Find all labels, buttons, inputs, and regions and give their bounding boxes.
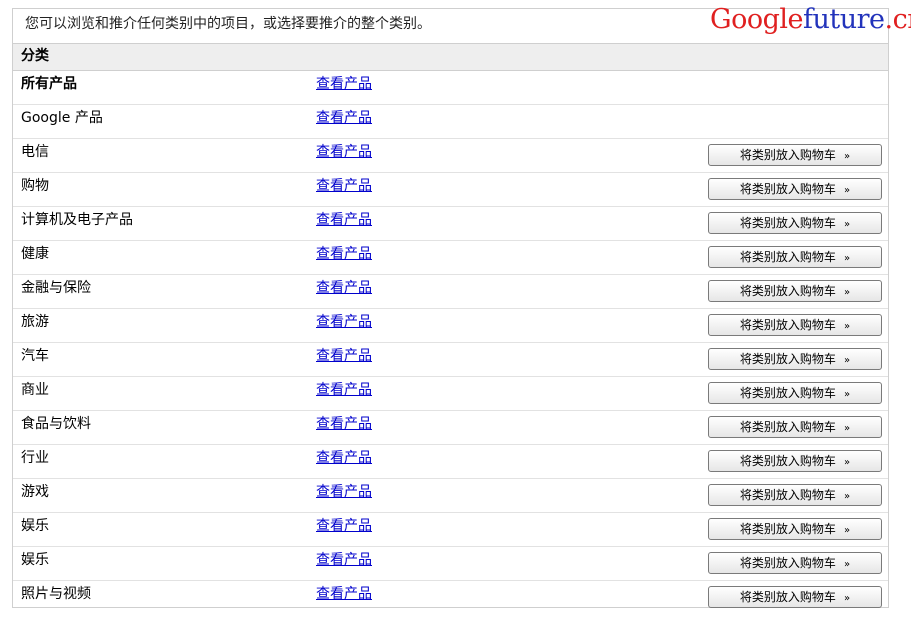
view-products-link[interactable]: 查看产品 xyxy=(316,142,372,162)
add-category-button-label: 将类别放入购物车 xyxy=(739,556,836,570)
table-row: 旅游 查看产品 将类别放入购物车 » xyxy=(13,309,888,343)
add-category-button-label: 将类别放入购物车 xyxy=(739,216,836,230)
add-category-to-cart-button[interactable]: 将类别放入购物车 » xyxy=(708,586,882,608)
category-name: 游戏 xyxy=(21,484,49,500)
category-name: 购物 xyxy=(21,178,49,194)
category-name: 旅游 xyxy=(21,314,49,330)
add-category-button-label: 将类别放入购物车 xyxy=(739,250,836,264)
chevron-right-icon: » xyxy=(843,321,851,332)
category-name: 食品与饮料 xyxy=(21,416,91,432)
table-row: 商业 查看产品 将类别放入购物车 » xyxy=(13,377,888,411)
view-products-link[interactable]: 查看产品 xyxy=(316,516,372,536)
view-products-link[interactable]: 查看产品 xyxy=(316,244,372,264)
view-products-link[interactable]: 查看产品 xyxy=(316,584,372,604)
chevron-right-icon: » xyxy=(843,491,851,502)
chevron-right-icon: » xyxy=(843,287,851,298)
chevron-right-icon: » xyxy=(843,559,851,570)
add-category-button-label: 将类别放入购物车 xyxy=(739,522,836,536)
add-category-to-cart-button[interactable]: 将类别放入购物车 » xyxy=(708,314,882,336)
category-name: 健康 xyxy=(21,246,49,262)
category-name: Google 产品 xyxy=(21,110,103,126)
chevron-right-icon: » xyxy=(843,457,851,468)
view-products-link[interactable]: 查看产品 xyxy=(316,448,372,468)
table-row: 汽车 查看产品 将类别放入购物车 » xyxy=(13,343,888,377)
chevron-right-icon: » xyxy=(843,355,851,366)
category-name: 行业 xyxy=(21,450,49,466)
category-name: 商业 xyxy=(21,382,49,398)
view-products-link[interactable]: 查看产品 xyxy=(316,482,372,502)
view-products-link[interactable]: 查看产品 xyxy=(316,74,372,94)
chevron-right-icon: » xyxy=(843,423,851,434)
add-category-button-label: 将类别放入购物车 xyxy=(739,182,836,196)
table-row: 所有产品 查看产品 xyxy=(13,71,888,105)
table-row: 照片与视频 查看产品 将类别放入购物车 » xyxy=(13,581,888,615)
chevron-right-icon: » xyxy=(843,219,851,230)
watermark-logo: Googlefuture.cn xyxy=(710,2,911,38)
add-category-button-label: 将类别放入购物车 xyxy=(739,420,836,434)
table-row: Google 产品 查看产品 xyxy=(13,105,888,139)
add-category-to-cart-button[interactable]: 将类别放入购物车 » xyxy=(708,348,882,370)
category-name: 所有产品 xyxy=(21,76,77,92)
table-row: 行业 查看产品 将类别放入购物车 » xyxy=(13,445,888,479)
chevron-right-icon: » xyxy=(843,389,851,400)
add-category-button-label: 将类别放入购物车 xyxy=(739,488,836,502)
table-row: 娱乐 查看产品 将类别放入购物车 » xyxy=(13,513,888,547)
category-column-header: 分类 xyxy=(13,44,888,71)
add-category-to-cart-button[interactable]: 将类别放入购物车 » xyxy=(708,484,882,506)
table-row: 食品与饮料 查看产品 将类别放入购物车 » xyxy=(13,411,888,445)
chevron-right-icon: » xyxy=(843,593,851,604)
add-category-button-label: 将类别放入购物车 xyxy=(739,318,836,332)
table-row: 健康 查看产品 将类别放入购物车 » xyxy=(13,241,888,275)
chevron-right-icon: » xyxy=(843,525,851,536)
add-category-button-label: 将类别放入购物车 xyxy=(739,386,836,400)
table-row: 金融与保险 查看产品 将类别放入购物车 » xyxy=(13,275,888,309)
view-products-link[interactable]: 查看产品 xyxy=(316,550,372,570)
category-list: 所有产品 查看产品 Google 产品 查看产品 电信 查看产品 将类别放入购物车» 购物 查看… xyxy=(13,71,888,615)
add-category-button-label: 将类别放入购物车 xyxy=(739,454,836,468)
view-products-link[interactable]: 查看产品 xyxy=(316,346,372,366)
add-category-to-cart-button[interactable]: 将类别放入购物车 » xyxy=(708,246,882,268)
view-products-link[interactable]: 查看产品 xyxy=(316,108,372,128)
table-row: 购物 查看产品 将类别放入购物车 » xyxy=(13,173,888,207)
view-products-link[interactable]: 查看产品 xyxy=(316,278,372,298)
add-category-to-cart-button[interactable]: 将类别放入购物车 » xyxy=(708,144,882,166)
add-category-to-cart-button[interactable]: 将类别放入购物车 » xyxy=(708,178,882,200)
add-category-to-cart-button[interactable]: 将类别放入购物车 » xyxy=(708,416,882,438)
view-products-link[interactable]: 查看产品 xyxy=(316,380,372,400)
add-category-to-cart-button[interactable]: 将类别放入购物车 » xyxy=(708,382,882,404)
add-category-button-label: 将类别放入购物车 xyxy=(739,284,836,298)
chevron-right-icon: » xyxy=(843,253,851,264)
table-row: 游戏 查看产品 将类别放入购物车 » xyxy=(13,479,888,513)
view-products-link[interactable]: 查看产品 xyxy=(316,176,372,196)
category-name: 计算机及电子产品 xyxy=(21,212,133,228)
category-name: 娱乐 xyxy=(21,552,49,568)
add-category-button-label: 将类别放入购物车 xyxy=(739,352,836,366)
category-name: 娱乐 xyxy=(21,518,49,534)
table-row: 计算机及电子产品 查看产品 将类别放入购物车 » xyxy=(13,207,888,241)
chevron-right-icon: » xyxy=(843,151,851,162)
view-products-link[interactable]: 查看产品 xyxy=(316,312,372,332)
table-row: 娱乐 查看产品 将类别放入购物车 » xyxy=(13,547,888,581)
add-category-button-label: 将类别放入购物车 xyxy=(739,590,836,604)
add-category-button-label: 将类别放入购物车 xyxy=(739,148,836,162)
add-category-to-cart-button[interactable]: 将类别放入购物车 » xyxy=(708,212,882,234)
chevron-right-icon: » xyxy=(843,185,851,196)
watermark-part-google: Google xyxy=(710,4,803,35)
watermark-part-future: future xyxy=(802,4,885,35)
category-panel: 您可以浏览和推介任何类别中的项目，或选择要推介的整个类别。 分类 所有产品 查看产… xyxy=(12,8,889,608)
add-category-to-cart-button[interactable]: 将类别放入购物车 » xyxy=(708,280,882,302)
watermark-part-cn: .cn xyxy=(884,4,911,35)
table-row: 电信 查看产品 将类别放入购物车 » xyxy=(13,139,888,173)
view-products-link[interactable]: 查看产品 xyxy=(316,210,372,230)
add-category-to-cart-button[interactable]: 将类别放入购物车 » xyxy=(708,518,882,540)
category-name: 汽车 xyxy=(21,348,49,364)
category-name: 照片与视频 xyxy=(21,586,91,602)
add-category-to-cart-button[interactable]: 将类别放入购物车 » xyxy=(708,450,882,472)
category-name: 电信 xyxy=(21,144,49,160)
category-name: 金融与保险 xyxy=(21,280,91,296)
add-category-to-cart-button[interactable]: 将类别放入购物车 » xyxy=(708,552,882,574)
view-products-link[interactable]: 查看产品 xyxy=(316,414,372,434)
